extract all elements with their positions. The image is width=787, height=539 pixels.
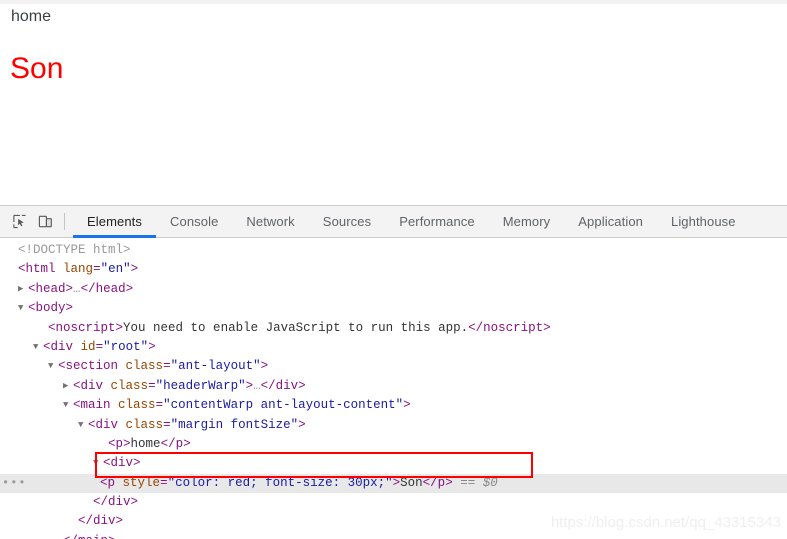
app-home-paragraph: home bbox=[11, 8, 52, 25]
tag-head-close: head bbox=[95, 281, 126, 296]
dom-line-div-root[interactable]: ▼ <div id="root"> bbox=[0, 338, 787, 357]
dom-line-headerwarp[interactable]: ▶ <div class="headerWarp">…</div> bbox=[0, 377, 787, 396]
inspect-cursor-glyph bbox=[12, 214, 26, 229]
p-home-text: home bbox=[130, 436, 161, 451]
dom-line-main[interactable]: ▼ <main class="contentWarp ant-layout-con… bbox=[0, 396, 787, 415]
attr-style: style bbox=[122, 475, 161, 490]
dom-line-noscript[interactable]: <noscript>You need to enable JavaScript … bbox=[0, 319, 787, 338]
blog-watermark: https://blog.csdn.net/qq_43315343 bbox=[550, 514, 781, 531]
tab-application[interactable]: Application bbox=[564, 206, 657, 238]
tag-div-inner-close: div bbox=[108, 495, 131, 510]
tag-body: body bbox=[35, 301, 66, 316]
tab-network[interactable]: Network bbox=[232, 206, 308, 238]
attr-class-section: class bbox=[125, 359, 164, 374]
dom-line-div-inner[interactable]: ▼ <div> bbox=[0, 454, 787, 473]
attrval-contentwarp: "contentWarp ant-layout-content" bbox=[163, 398, 404, 413]
tag-main: main bbox=[80, 398, 111, 413]
tag-p-home-close: p bbox=[175, 436, 184, 451]
dom-line-p-home[interactable]: <p>home</p> bbox=[0, 435, 787, 454]
dom-line-doctype[interactable]: <!DOCTYPE html> bbox=[0, 241, 787, 260]
tag-p-home: p bbox=[115, 436, 124, 451]
attrval-root: "root" bbox=[103, 339, 149, 354]
inspect-cursor-icon[interactable] bbox=[6, 209, 32, 235]
tag-noscript: noscript bbox=[55, 320, 116, 335]
attrval-headerwarp: "headerWarp" bbox=[155, 378, 246, 393]
devtools-panel: Elements Console Network Sources Perform… bbox=[0, 205, 787, 539]
twisty-collapsed-head[interactable]: ▶ bbox=[18, 280, 28, 299]
doctype-token: <!DOCTYPE html> bbox=[18, 243, 131, 257]
app-son-paragraph: Son bbox=[10, 52, 64, 85]
devtools-tabs: Elements Console Network Sources Perform… bbox=[73, 206, 750, 238]
tab-performance[interactable]: Performance bbox=[385, 206, 489, 238]
dom-tree[interactable]: <!DOCTYPE html> <html lang="en"> ▶ <head>… bbox=[0, 238, 787, 539]
toolbar-divider bbox=[64, 213, 65, 230]
tag-div-headerwarp-close: div bbox=[275, 378, 299, 393]
noscript-text: You need to enable JavaScript to run thi… bbox=[123, 320, 469, 335]
viewport-top-strip bbox=[0, 0, 787, 4]
tag-html: html bbox=[25, 262, 56, 277]
attr-class-main: class bbox=[118, 398, 156, 413]
attrval-style: "color: red; font-size: 30px;" bbox=[167, 475, 393, 490]
dom-line-section[interactable]: ▼ <section class="ant-layout"> bbox=[0, 357, 787, 376]
tag-div-inner: div bbox=[110, 456, 134, 471]
twisty-expanded-main[interactable]: ▼ bbox=[63, 396, 73, 415]
attrval-marginfont: "margin fontSize" bbox=[170, 417, 299, 432]
devtools-toolbar: Elements Console Network Sources Perform… bbox=[0, 206, 787, 238]
dom-line-selected-p-son[interactable]: ••• <p style="color: red; font-size: 30px… bbox=[0, 473, 787, 494]
attr-lang: lang bbox=[63, 262, 94, 277]
dom-line-html[interactable]: <html lang="en"> bbox=[0, 260, 787, 279]
twisty-expanded-margin[interactable]: ▼ bbox=[78, 416, 88, 435]
dom-line-close-main[interactable]: </main> bbox=[0, 532, 787, 539]
attr-class-headerwarp: class bbox=[110, 378, 149, 393]
tag-div-root: div bbox=[50, 339, 74, 354]
twisty-expanded-section[interactable]: ▼ bbox=[48, 357, 58, 376]
tag-noscript-close: noscript bbox=[483, 320, 544, 335]
twisty-expanded-body[interactable]: ▼ bbox=[18, 299, 28, 318]
dom-line-body[interactable]: ▼ <body> bbox=[0, 299, 787, 318]
tab-lighthouse[interactable]: Lighthouse bbox=[657, 206, 750, 238]
head-ellipsis: … bbox=[73, 281, 81, 296]
twisty-expanded-root[interactable]: ▼ bbox=[33, 338, 43, 357]
headerwarp-ellipsis: … bbox=[253, 378, 261, 393]
attrval-antlayout: "ant-layout" bbox=[170, 359, 261, 374]
attr-id: id bbox=[80, 339, 96, 354]
tab-sources[interactable]: Sources bbox=[309, 206, 385, 238]
attr-class-margin: class bbox=[125, 417, 164, 432]
dom-line-close-div-inner[interactable]: </div> bbox=[0, 493, 787, 512]
tag-head: head bbox=[35, 281, 66, 296]
tag-div-margin-close: div bbox=[93, 514, 116, 529]
twisty-collapsed-headerwarp[interactable]: ▶ bbox=[63, 377, 73, 396]
tag-section: section bbox=[65, 359, 119, 374]
tag-div-margin: div bbox=[95, 417, 119, 432]
attrval-lang: "en" bbox=[100, 262, 131, 277]
dom-line-head[interactable]: ▶ <head>…</head> bbox=[0, 280, 787, 299]
tab-console[interactable]: Console bbox=[156, 206, 232, 238]
device-toolbar-glyph bbox=[38, 215, 52, 228]
device-toolbar-icon[interactable] bbox=[32, 209, 58, 235]
twisty-expanded-inner-div[interactable]: ▼ bbox=[93, 454, 103, 473]
p-son-text: Son bbox=[400, 475, 423, 490]
tag-div-headerwarp: div bbox=[80, 378, 104, 393]
browser-page-viewport: home Son bbox=[0, 0, 787, 205]
tab-elements[interactable]: Elements bbox=[73, 206, 156, 238]
tag-main-close: main bbox=[78, 534, 108, 539]
tag-p-son: p bbox=[107, 475, 116, 490]
overflow-dots-badge[interactable]: ••• bbox=[2, 476, 27, 490]
selected-node-marker: == $0 bbox=[460, 475, 498, 490]
tab-memory[interactable]: Memory bbox=[489, 206, 565, 238]
dom-line-div-margin[interactable]: ▼ <div class="margin fontSize"> bbox=[0, 416, 787, 435]
